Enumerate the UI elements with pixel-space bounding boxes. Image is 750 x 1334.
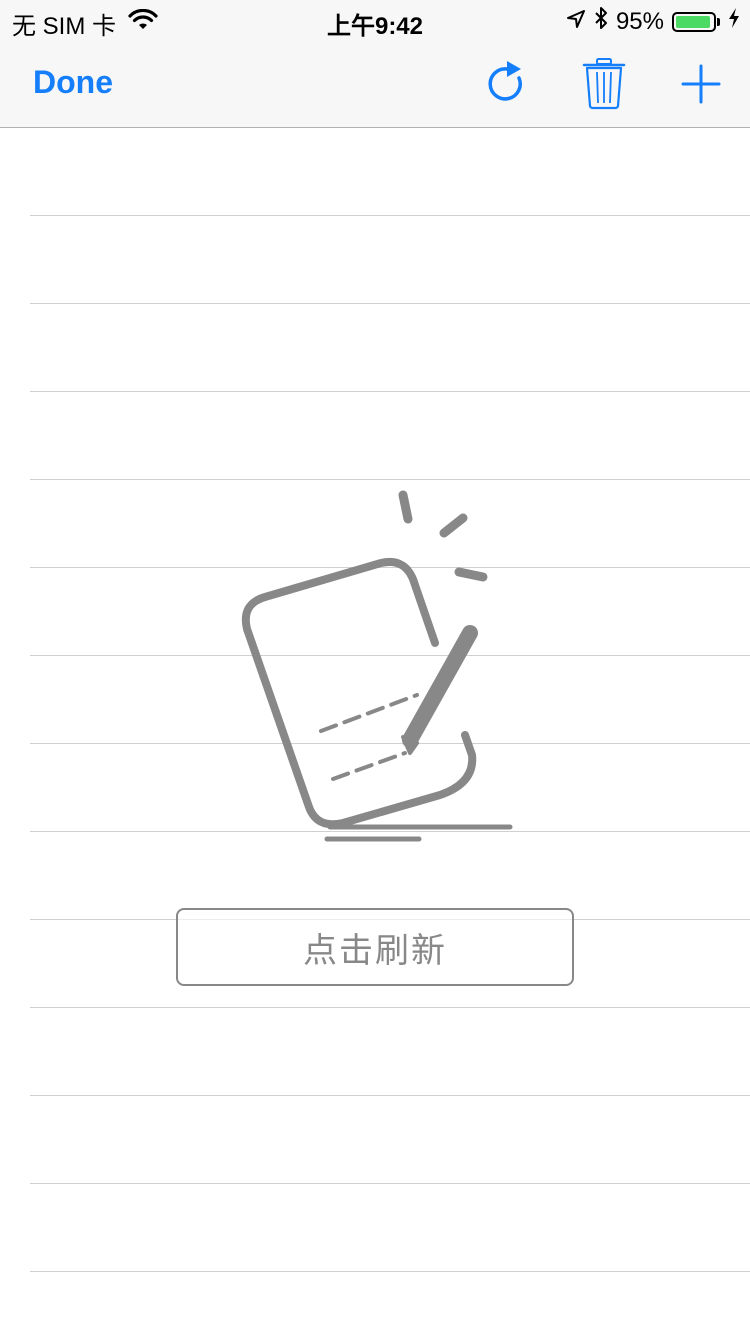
- status-bar: 无 SIM 卡 上午9:42 95%: [0, 0, 750, 40]
- battery-cap: [717, 17, 720, 26]
- status-right: 95%: [566, 6, 740, 37]
- ruled-line: [30, 303, 750, 391]
- battery-body: [672, 11, 716, 32]
- refresh-icon[interactable]: [483, 58, 533, 110]
- battery-fill: [676, 15, 711, 28]
- ruled-line: [30, 1271, 750, 1334]
- ruled-line: [30, 1007, 750, 1095]
- plus-icon[interactable]: [676, 58, 726, 110]
- battery-percent: 95%: [615, 7, 664, 35]
- ruled-line: [30, 1095, 750, 1183]
- note-edit-icon: [235, 485, 525, 845]
- ruled-line: [30, 1183, 750, 1271]
- bluetooth-icon: [594, 6, 608, 37]
- battery-icon: [672, 11, 720, 32]
- trash-icon[interactable]: [580, 58, 630, 110]
- charging-bolt-icon: [728, 7, 740, 36]
- ruled-line: [30, 391, 750, 479]
- refresh-button[interactable]: 点击刷新: [176, 908, 574, 986]
- screen: 无 SIM 卡 上午9:42 95% Done 点击刷新: [0, 0, 750, 1334]
- done-button[interactable]: Done: [33, 64, 113, 101]
- ruled-line: [30, 215, 750, 303]
- location-arrow-icon: [566, 8, 586, 36]
- nav-bar: Done: [0, 40, 750, 128]
